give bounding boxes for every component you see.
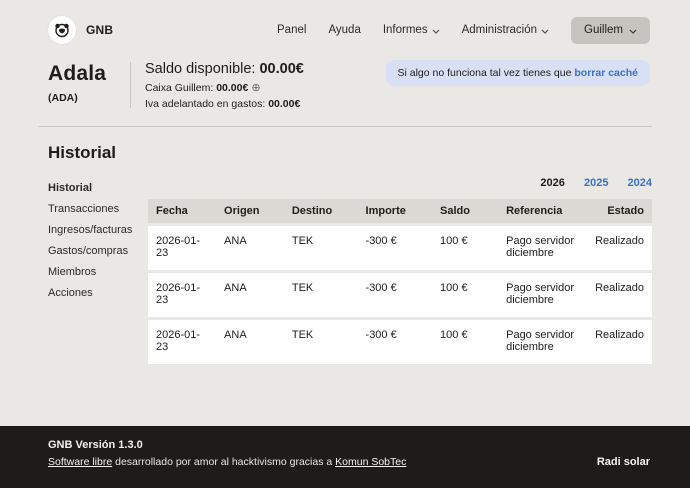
footer-version: GNB Versión 1.3.0 — [48, 439, 406, 451]
cell-saldo: 100 € — [432, 320, 498, 364]
software-libre-link[interactable]: Software libre — [48, 456, 112, 468]
iva-line: Iva adelantado en gastos: 00.00€ — [145, 98, 304, 110]
cell-origen: ANA — [216, 226, 284, 270]
organization-name: Adala — [48, 62, 130, 86]
cache-notice-text: Si algo no funciona tal vez tienes que — [398, 67, 575, 79]
cell-referencia: Pago servidor diciembre — [498, 320, 587, 364]
year-2026-current[interactable]: 2026 — [540, 177, 564, 189]
footer-left: GNB Versión 1.3.0 Software libre desarro… — [48, 439, 406, 468]
year-selector: 2026 2025 2024 — [148, 177, 652, 189]
cell-estado: Realizado — [587, 320, 652, 364]
cell-importe: -300 € — [358, 320, 433, 364]
add-circle-icon[interactable]: ⊕ — [251, 82, 260, 94]
iva-label: Iva adelantado en gastos: — [145, 98, 268, 110]
footer-right-text: Radi solar — [597, 456, 650, 468]
nav-links: Panel Ayuda Informes Administración — [277, 24, 549, 37]
cell-estado: Realizado — [587, 273, 652, 317]
cache-notice: Si algo no funciona tal vez tienes que b… — [386, 60, 651, 86]
cell-saldo: 100 € — [432, 273, 498, 317]
caixa-value: 00.00€ — [216, 82, 248, 94]
cell-fecha: 2026-01-23 — [148, 320, 216, 364]
cell-destino: TEK — [284, 320, 358, 364]
borrar-cache-link[interactable]: borrar caché — [574, 67, 638, 79]
chevron-down-icon — [541, 25, 549, 37]
balances-block: Saldo disponible: 00.00€ Caixa Guillem: … — [145, 60, 304, 110]
year-2024-link[interactable]: 2024 — [628, 177, 652, 189]
table-row[interactable]: 2026-01-23 ANA TEK -300 € 100 € Pago ser… — [148, 226, 652, 270]
nav-item-label: Informes — [383, 24, 428, 36]
cell-importe: -300 € — [358, 226, 433, 270]
chevron-down-icon — [432, 25, 440, 37]
vertical-divider — [130, 62, 131, 108]
caixa-label: Caixa Guillem: — [145, 82, 216, 94]
horizontal-divider — [38, 126, 652, 127]
cell-origen: ANA — [216, 273, 284, 317]
column-header-referencia: Referencia — [498, 199, 587, 223]
cell-referencia: Pago servidor diciembre — [498, 273, 587, 317]
column-header-fecha: Fecha — [148, 199, 216, 223]
nav-item-label: Ayuda — [328, 24, 360, 36]
panda-globe-glyph — [53, 21, 71, 39]
sidebar-item-historial[interactable]: Historial — [48, 182, 148, 194]
organization-block: Adala (ADA) — [48, 60, 130, 104]
cell-saldo: 100 € — [432, 226, 498, 270]
nav-item-informes[interactable]: Informes — [383, 24, 440, 37]
column-header-destino: Destino — [284, 199, 358, 223]
sidebar-item-ingresos-facturas[interactable]: Ingresos/facturas — [48, 224, 148, 236]
header-row: Adala (ADA) Saldo disponible: 00.00€ Cai… — [48, 60, 650, 110]
footer-tagline-text: desarrollado por amor al hacktivismo gra… — [112, 456, 335, 468]
year-2025-link[interactable]: 2025 — [584, 177, 608, 189]
page-title: Historial — [48, 143, 650, 163]
user-menu-label: Guillem — [584, 24, 623, 36]
top-navigation: GNB Panel Ayuda Informes Administración — [0, 0, 690, 54]
cell-fecha: 2026-01-23 — [148, 226, 216, 270]
nav-item-label: Administración — [462, 24, 537, 36]
saldo-value: 00.00€ — [259, 61, 303, 77]
nav-item-panel[interactable]: Panel — [277, 24, 306, 36]
column-header-estado: Estado — [587, 199, 652, 223]
cell-destino: TEK — [284, 226, 358, 270]
cell-origen: ANA — [216, 320, 284, 364]
caixa-line: Caixa Guillem: 00.00€⊕ — [145, 81, 304, 94]
cell-importe: -300 € — [358, 273, 433, 317]
brand-name: GNB — [86, 23, 113, 37]
sidebar-item-transacciones[interactable]: Transacciones — [48, 203, 148, 215]
sidebar-item-gastos-compras[interactable]: Gastos/compras — [48, 245, 148, 257]
table-row[interactable]: 2026-01-23 ANA TEK -300 € 100 € Pago ser… — [148, 320, 652, 364]
column-header-importe: Importe — [358, 199, 433, 223]
sidebar: Historial Transacciones Ingresos/factura… — [48, 177, 148, 308]
table-row[interactable]: 2026-01-23 ANA TEK -300 € 100 € Pago ser… — [148, 273, 652, 317]
saldo-disponible-line: Saldo disponible: 00.00€ — [145, 61, 304, 77]
table-header-row: Fecha Origen Destino Importe Saldo Refer… — [148, 199, 652, 223]
gnb-logo-icon[interactable] — [48, 16, 76, 44]
column-header-origen: Origen — [216, 199, 284, 223]
nav-item-administracion[interactable]: Administración — [462, 24, 549, 37]
sidebar-item-miembros[interactable]: Miembros — [48, 266, 148, 278]
main-panel: 2026 2025 2024 Fecha Origen Destino Impo… — [148, 177, 652, 367]
sidebar-item-acciones[interactable]: Acciones — [48, 287, 148, 299]
saldo-label: Saldo disponible: — [145, 61, 259, 77]
chevron-down-icon — [629, 25, 637, 37]
column-header-saldo: Saldo — [432, 199, 498, 223]
footer-tagline: Software libre desarrollado por amor al … — [48, 456, 406, 468]
user-menu-button[interactable]: Guillem — [571, 17, 650, 44]
cell-referencia: Pago servidor diciembre — [498, 226, 587, 270]
komun-sobtec-link[interactable]: Komun SobTec — [335, 456, 406, 468]
organization-code: (ADA) — [48, 92, 130, 104]
cell-fecha: 2026-01-23 — [148, 273, 216, 317]
content-area: Historial Transacciones Ingresos/factura… — [48, 177, 652, 367]
nav-item-label: Panel — [277, 24, 306, 36]
footer: GNB Versión 1.3.0 Software libre desarro… — [0, 426, 690, 488]
page: GNB Panel Ayuda Informes Administración — [0, 0, 690, 488]
transactions-table: Fecha Origen Destino Importe Saldo Refer… — [148, 196, 652, 367]
cell-estado: Realizado — [587, 226, 652, 270]
iva-value: 00.00€ — [268, 98, 300, 110]
nav-item-ayuda[interactable]: Ayuda — [328, 24, 360, 36]
cell-destino: TEK — [284, 273, 358, 317]
